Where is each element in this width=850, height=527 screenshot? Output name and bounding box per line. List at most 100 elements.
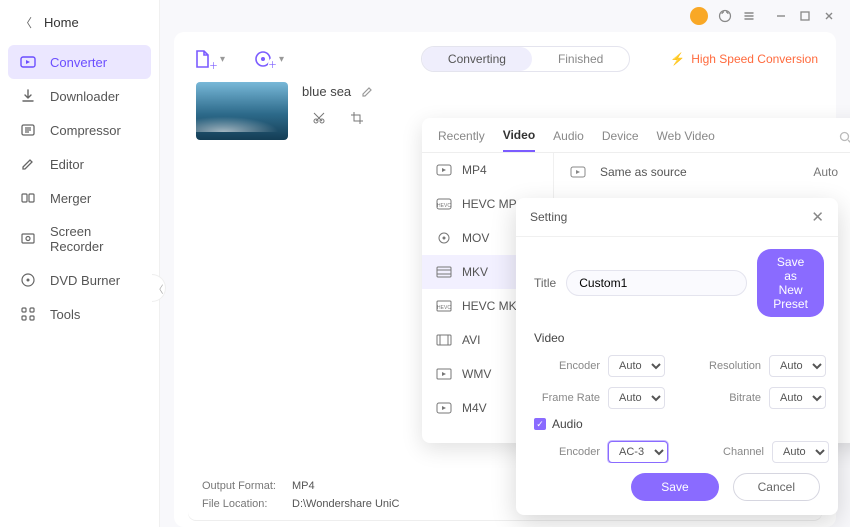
maximize-icon[interactable] [798, 9, 812, 23]
support-icon[interactable] [718, 9, 732, 23]
edit-title-icon[interactable] [361, 85, 374, 98]
output-format-value[interactable]: MP4 [292, 480, 315, 492]
sidebar-item-label: DVD Burner [50, 273, 120, 288]
merger-icon [20, 190, 36, 206]
file-location-value[interactable]: D:\Wondershare UniC [292, 498, 399, 510]
save-preset-button[interactable]: Save as New Preset [757, 249, 824, 317]
chevron-down-icon[interactable]: ▾ [220, 54, 225, 65]
svg-text:HEVC: HEVC [437, 305, 451, 311]
sidebar-item-label: Screen Recorder [50, 224, 139, 254]
media-controls [302, 99, 374, 127]
encoder-label: Encoder [534, 360, 600, 372]
setting-panel: Setting ✕ Title Save as New Preset Video… [516, 198, 838, 515]
sidebar-item-label: Merger [50, 191, 91, 206]
tab-recently[interactable]: Recently [438, 129, 485, 151]
format-search[interactable]: Search [839, 130, 850, 150]
svg-text:HEVC: HEVC [437, 203, 451, 209]
format-icon [436, 265, 452, 279]
sidebar-item-downloader[interactable]: Downloader [0, 79, 159, 113]
menu-icon[interactable] [742, 9, 756, 23]
format-label: HEVC MP4 [462, 197, 523, 211]
format-label: M4V [462, 401, 487, 415]
format-icon [436, 367, 452, 381]
tab-webvideo[interactable]: Web Video [657, 129, 715, 151]
home-nav[interactable]: 〈 Home [0, 14, 159, 45]
resolution-select[interactable]: Auto [769, 355, 826, 377]
title-input[interactable] [566, 270, 747, 296]
sidebar-item-editor[interactable]: Editor [0, 147, 159, 181]
resolution-label: Resolution [695, 360, 761, 372]
sidebar-item-merger[interactable]: Merger [0, 181, 159, 215]
sidebar: 〈 Home Converter Downloader Compressor E… [0, 0, 160, 527]
chevron-down-icon[interactable]: ▾ [279, 54, 284, 65]
tab-finished[interactable]: Finished [532, 47, 629, 71]
format-label: MOV [462, 231, 489, 245]
high-speed-toggle[interactable]: ⚡ High Speed Conversion [670, 52, 818, 66]
sidebar-item-dvdburner[interactable]: DVD Burner [0, 263, 159, 297]
tools-icon [20, 306, 36, 322]
sidebar-item-label: Tools [50, 307, 80, 322]
tab-converting[interactable]: Converting [422, 47, 532, 71]
home-label: Home [44, 15, 79, 30]
sidebar-item-label: Converter [50, 55, 107, 70]
compressor-icon [20, 122, 36, 138]
minimize-icon[interactable] [774, 9, 788, 23]
format-label: WMV [462, 367, 491, 381]
toolbar: ＋ ▾ ＋ ▾ Converting Finished ⚡ High Speed… [174, 32, 836, 82]
format-mp4[interactable]: MP4 [422, 153, 553, 187]
close-icon[interactable] [822, 9, 836, 23]
channel-label: Channel [698, 446, 764, 458]
sidebar-item-converter[interactable]: Converter [8, 45, 151, 79]
format-icon [436, 231, 452, 245]
file-location-label: File Location: [202, 498, 284, 510]
media-thumbnail[interactable] [196, 82, 288, 140]
chevron-left-icon: 〈 [20, 14, 32, 31]
add-file-button[interactable]: ＋ [192, 48, 214, 70]
preset-row[interactable]: Same as source Auto [570, 165, 850, 179]
setting-title: Setting [530, 210, 567, 224]
framerate-label: Frame Rate [534, 392, 600, 404]
video-bitrate-select[interactable]: Auto [769, 387, 826, 409]
main: ＋ ▾ ＋ ▾ Converting Finished ⚡ High Speed… [160, 0, 850, 527]
audio-section-header: ✓Audio [534, 417, 820, 431]
close-icon[interactable]: ✕ [811, 208, 824, 226]
format-label: AVI [462, 333, 480, 347]
bolt-icon: ⚡ [670, 52, 685, 66]
preset-play-icon [570, 165, 586, 179]
converter-icon [20, 54, 36, 70]
audio-checkbox[interactable]: ✓ [534, 418, 546, 430]
add-dvd-button[interactable]: ＋ [253, 49, 273, 69]
video-encoder-select[interactable]: Auto [608, 355, 665, 377]
format-icon [436, 333, 452, 347]
tab-device[interactable]: Device [602, 129, 639, 151]
output-format-label: Output Format: [202, 480, 284, 492]
encoder-label: Encoder [534, 446, 600, 458]
format-icon: HEVC [436, 299, 452, 313]
bitrate-label: Bitrate [695, 392, 761, 404]
sidebar-item-screenrecorder[interactable]: Screen Recorder [0, 215, 159, 263]
format-icon [436, 401, 452, 415]
download-icon [20, 88, 36, 104]
crop-icon[interactable] [348, 109, 366, 127]
framerate-select[interactable]: Auto [608, 387, 665, 409]
tab-video[interactable]: Video [503, 128, 535, 152]
format-icon [436, 163, 452, 177]
sidebar-item-label: Downloader [50, 89, 119, 104]
status-tabs: Converting Finished [421, 46, 630, 72]
search-icon [839, 131, 850, 144]
audio-encoder-select[interactable]: AC-3 [608, 441, 668, 463]
format-icon: HEVC [436, 197, 452, 211]
preset-auto: Auto [813, 165, 838, 179]
trim-icon[interactable] [310, 109, 328, 127]
tab-audio[interactable]: Audio [553, 129, 584, 151]
cancel-button[interactable]: Cancel [733, 473, 820, 501]
sidebar-item-tools[interactable]: Tools [0, 297, 159, 331]
save-button[interactable]: Save [631, 473, 718, 501]
title-field-label: Title [534, 276, 556, 290]
sidebar-item-label: Editor [50, 157, 84, 172]
channel-select[interactable]: Auto [772, 441, 829, 463]
format-label: MP4 [462, 163, 487, 177]
avatar-icon[interactable] [690, 7, 708, 25]
sidebar-item-compressor[interactable]: Compressor [0, 113, 159, 147]
format-tabs: Recently Video Audio Device Web Video Se… [422, 118, 850, 153]
